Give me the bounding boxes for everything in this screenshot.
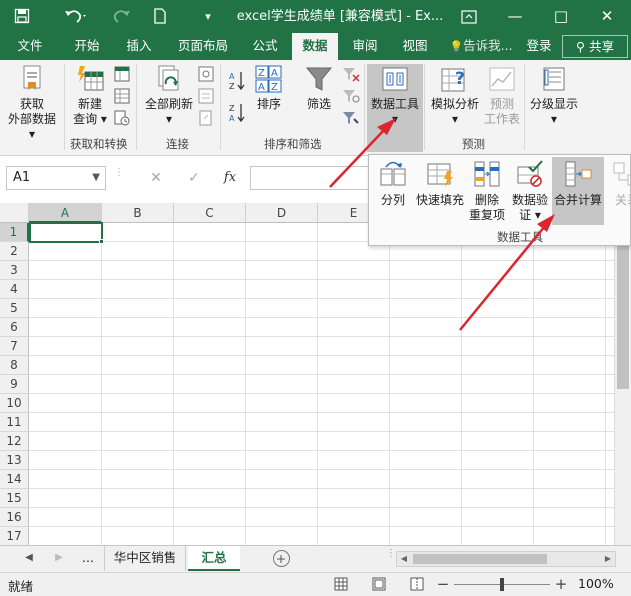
annotation-overlay [329,118,555,331]
red-arrowhead-consolidate [537,214,555,232]
red-arrow-line-consolidate [459,225,546,331]
red-arrow-line-data-tools [329,127,387,188]
red-arrowhead-data-tools [377,118,396,135]
